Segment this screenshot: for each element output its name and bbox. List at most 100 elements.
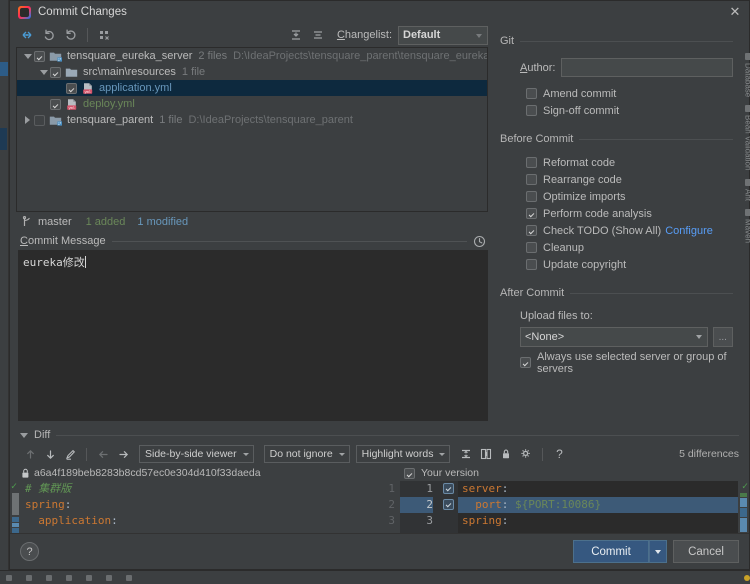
- toolwindow-tab-bean-validation[interactable]: Bean Validation: [744, 105, 750, 171]
- diff-pane-left[interactable]: ✓ # 集群版 spring: application: 1 2 3: [10, 481, 400, 533]
- branch-name: master: [38, 216, 72, 228]
- tree-row-tensquare_parent[interactable]: tensquare_parent 1 file D:\IdeaProjects\te…: [17, 112, 487, 128]
- reformat-code-checkbox-row[interactable]: Reformat code: [526, 154, 733, 171]
- amend-commit-checkbox[interactable]: [526, 88, 537, 99]
- upload-server-combo[interactable]: <None>: [520, 327, 708, 347]
- group-by-icon[interactable]: [93, 25, 115, 45]
- revert-icon[interactable]: [38, 25, 60, 45]
- viewer-mode-combo[interactable]: Side-by-side viewer: [139, 445, 254, 463]
- always-use-server-row[interactable]: Always use selected server or group of s…: [520, 351, 733, 375]
- browse-servers-button[interactable]: ...: [712, 327, 733, 347]
- expand-all-icon[interactable]: [307, 25, 329, 45]
- collapse-unchanged-icon[interactable]: [456, 445, 476, 463]
- chevron-down-icon: [338, 453, 345, 456]
- lock-icon[interactable]: [496, 445, 516, 463]
- tree-checkbox[interactable]: [66, 82, 77, 94]
- cleanup-checkbox-row[interactable]: Cleanup: [526, 239, 733, 256]
- tree-checkbox[interactable]: [34, 114, 45, 126]
- close-icon[interactable]: ✕: [728, 5, 742, 19]
- pencil-icon[interactable]: [60, 445, 80, 463]
- chevron-right-icon[interactable]: [21, 116, 34, 124]
- changelist-combo[interactable]: Default: [398, 25, 488, 45]
- tree-checkbox[interactable]: [50, 98, 61, 110]
- perform-code-analysis-checkbox[interactable]: [526, 208, 537, 219]
- chevron-down-icon[interactable]: [20, 432, 28, 438]
- update-copyright-checkbox-row[interactable]: Update copyright: [526, 256, 733, 273]
- chevron-down-icon: [439, 453, 446, 456]
- cancel-button[interactable]: Cancel: [673, 540, 739, 563]
- help-button[interactable]: ?: [20, 542, 39, 561]
- check-todo-checkbox-row[interactable]: Check TODO (Show All) Configure: [526, 222, 733, 239]
- accept-change-checkbox[interactable]: [443, 515, 454, 526]
- arrow-down-icon[interactable]: [40, 445, 60, 463]
- reformat-code-checkbox[interactable]: [526, 157, 537, 168]
- arrow-left-icon[interactable]: [93, 445, 113, 463]
- tree-row-tensquare_eureka_server[interactable]: tensquare_eureka_server 2 files D:\IdeaPro…: [17, 48, 487, 64]
- rearrange-code-checkbox-row[interactable]: Rearrange code: [526, 171, 733, 188]
- commit-message-input[interactable]: eureka修改: [18, 250, 488, 421]
- configure-todo-link[interactable]: Configure: [665, 225, 713, 237]
- code-line: application:: [21, 513, 362, 529]
- sign-off-commit-checkbox-row[interactable]: Sign-off commit: [526, 102, 733, 119]
- chevron-down-icon[interactable]: [21, 53, 34, 59]
- refresh-icon[interactable]: [60, 25, 82, 45]
- after-commit-title: After Commit: [500, 287, 565, 299]
- toolwindow-tab-ant[interactable]: Ant: [744, 178, 750, 201]
- always-use-server-checkbox[interactable]: [520, 357, 531, 368]
- toolbar-separator: [87, 28, 88, 42]
- highlight-mode-combo[interactable]: Highlight words: [355, 445, 451, 463]
- code-token: :: [64, 498, 72, 511]
- right-code-area[interactable]: server: port: ${PORT:10086} spring:: [458, 481, 738, 533]
- commit-dropdown-button[interactable]: [649, 540, 667, 563]
- chevron-down-icon[interactable]: [37, 69, 50, 75]
- dialog-button-bar: ? Commit Cancel: [10, 533, 749, 569]
- author-field[interactable]: [561, 58, 733, 77]
- update-copyright-checkbox[interactable]: [526, 259, 537, 270]
- changelist-label: Changelist:: [336, 29, 392, 41]
- question-mark-icon[interactable]: ?: [549, 445, 569, 463]
- ignore-mode-combo[interactable]: Do not ignore: [263, 445, 350, 463]
- line-number: 2: [400, 497, 433, 513]
- tree-row-src-main-resources[interactable]: src\main\resources 1 file: [17, 64, 487, 80]
- toolwindow-tab-maven[interactable]: Maven: [744, 208, 750, 243]
- tree-row-deploy.yml[interactable]: yml deploy.yml: [17, 96, 487, 112]
- perform-code-analysis-checkbox-row[interactable]: Perform code analysis: [526, 205, 733, 222]
- tree-node-label: tensquare_eureka_server: [67, 50, 193, 62]
- left-code-area[interactable]: # 集群版 spring: application:: [21, 481, 362, 533]
- sync-scroll-icon[interactable]: [476, 445, 496, 463]
- show-diff-icon[interactable]: [16, 25, 38, 45]
- right-change-markers: ✓: [738, 481, 749, 533]
- arrow-up-icon[interactable]: [20, 445, 40, 463]
- author-row: Author:: [520, 58, 733, 77]
- rearrange-code-checkbox[interactable]: [526, 174, 537, 185]
- clock-history-icon[interactable]: [473, 235, 486, 248]
- toolwindow-tab-database[interactable]: Database: [744, 53, 750, 97]
- tree-row-application.yml[interactable]: yml application.yml: [17, 80, 487, 96]
- code-token: server: [462, 482, 502, 495]
- line-number: 2: [388, 498, 395, 511]
- amend-commit-checkbox-row[interactable]: Amend commit: [526, 85, 733, 102]
- collapse-all-icon[interactable]: [285, 25, 307, 45]
- ide-left-chip-2: [0, 128, 7, 150]
- arrow-right-icon[interactable]: [113, 445, 133, 463]
- your-version-checkbox[interactable]: [404, 467, 415, 479]
- ignore-mode-value: Do not ignore: [269, 448, 333, 460]
- optimize-imports-checkbox[interactable]: [526, 191, 537, 202]
- cleanup-checkbox[interactable]: [526, 242, 537, 253]
- accept-change-checkbox[interactable]: [442, 499, 454, 510]
- changes-tree[interactable]: tensquare_eureka_server 2 files D:\IdeaPro…: [16, 47, 488, 212]
- before-commit-group: Before Commit Reformat code Rearrange cod…: [500, 131, 733, 273]
- code-token: spring: [462, 514, 502, 527]
- diff-pane-right[interactable]: 123 server: port: ${PORT:10086} spring: ✓: [400, 481, 749, 533]
- right-accept-checkboxes[interactable]: [438, 481, 458, 533]
- optimize-imports-checkbox-row[interactable]: Optimize imports: [526, 188, 733, 205]
- text-caret: [84, 256, 86, 268]
- gear-icon[interactable]: [516, 445, 536, 463]
- accept-change-checkbox[interactable]: [442, 483, 454, 494]
- check-todo-checkbox[interactable]: [526, 225, 537, 236]
- sign-off-commit-checkbox[interactable]: [526, 105, 537, 116]
- toolwindow-icon: [744, 208, 750, 216]
- tree-checkbox[interactable]: [34, 50, 45, 62]
- commit-button[interactable]: Commit: [573, 540, 649, 563]
- tree-checkbox[interactable]: [50, 66, 61, 78]
